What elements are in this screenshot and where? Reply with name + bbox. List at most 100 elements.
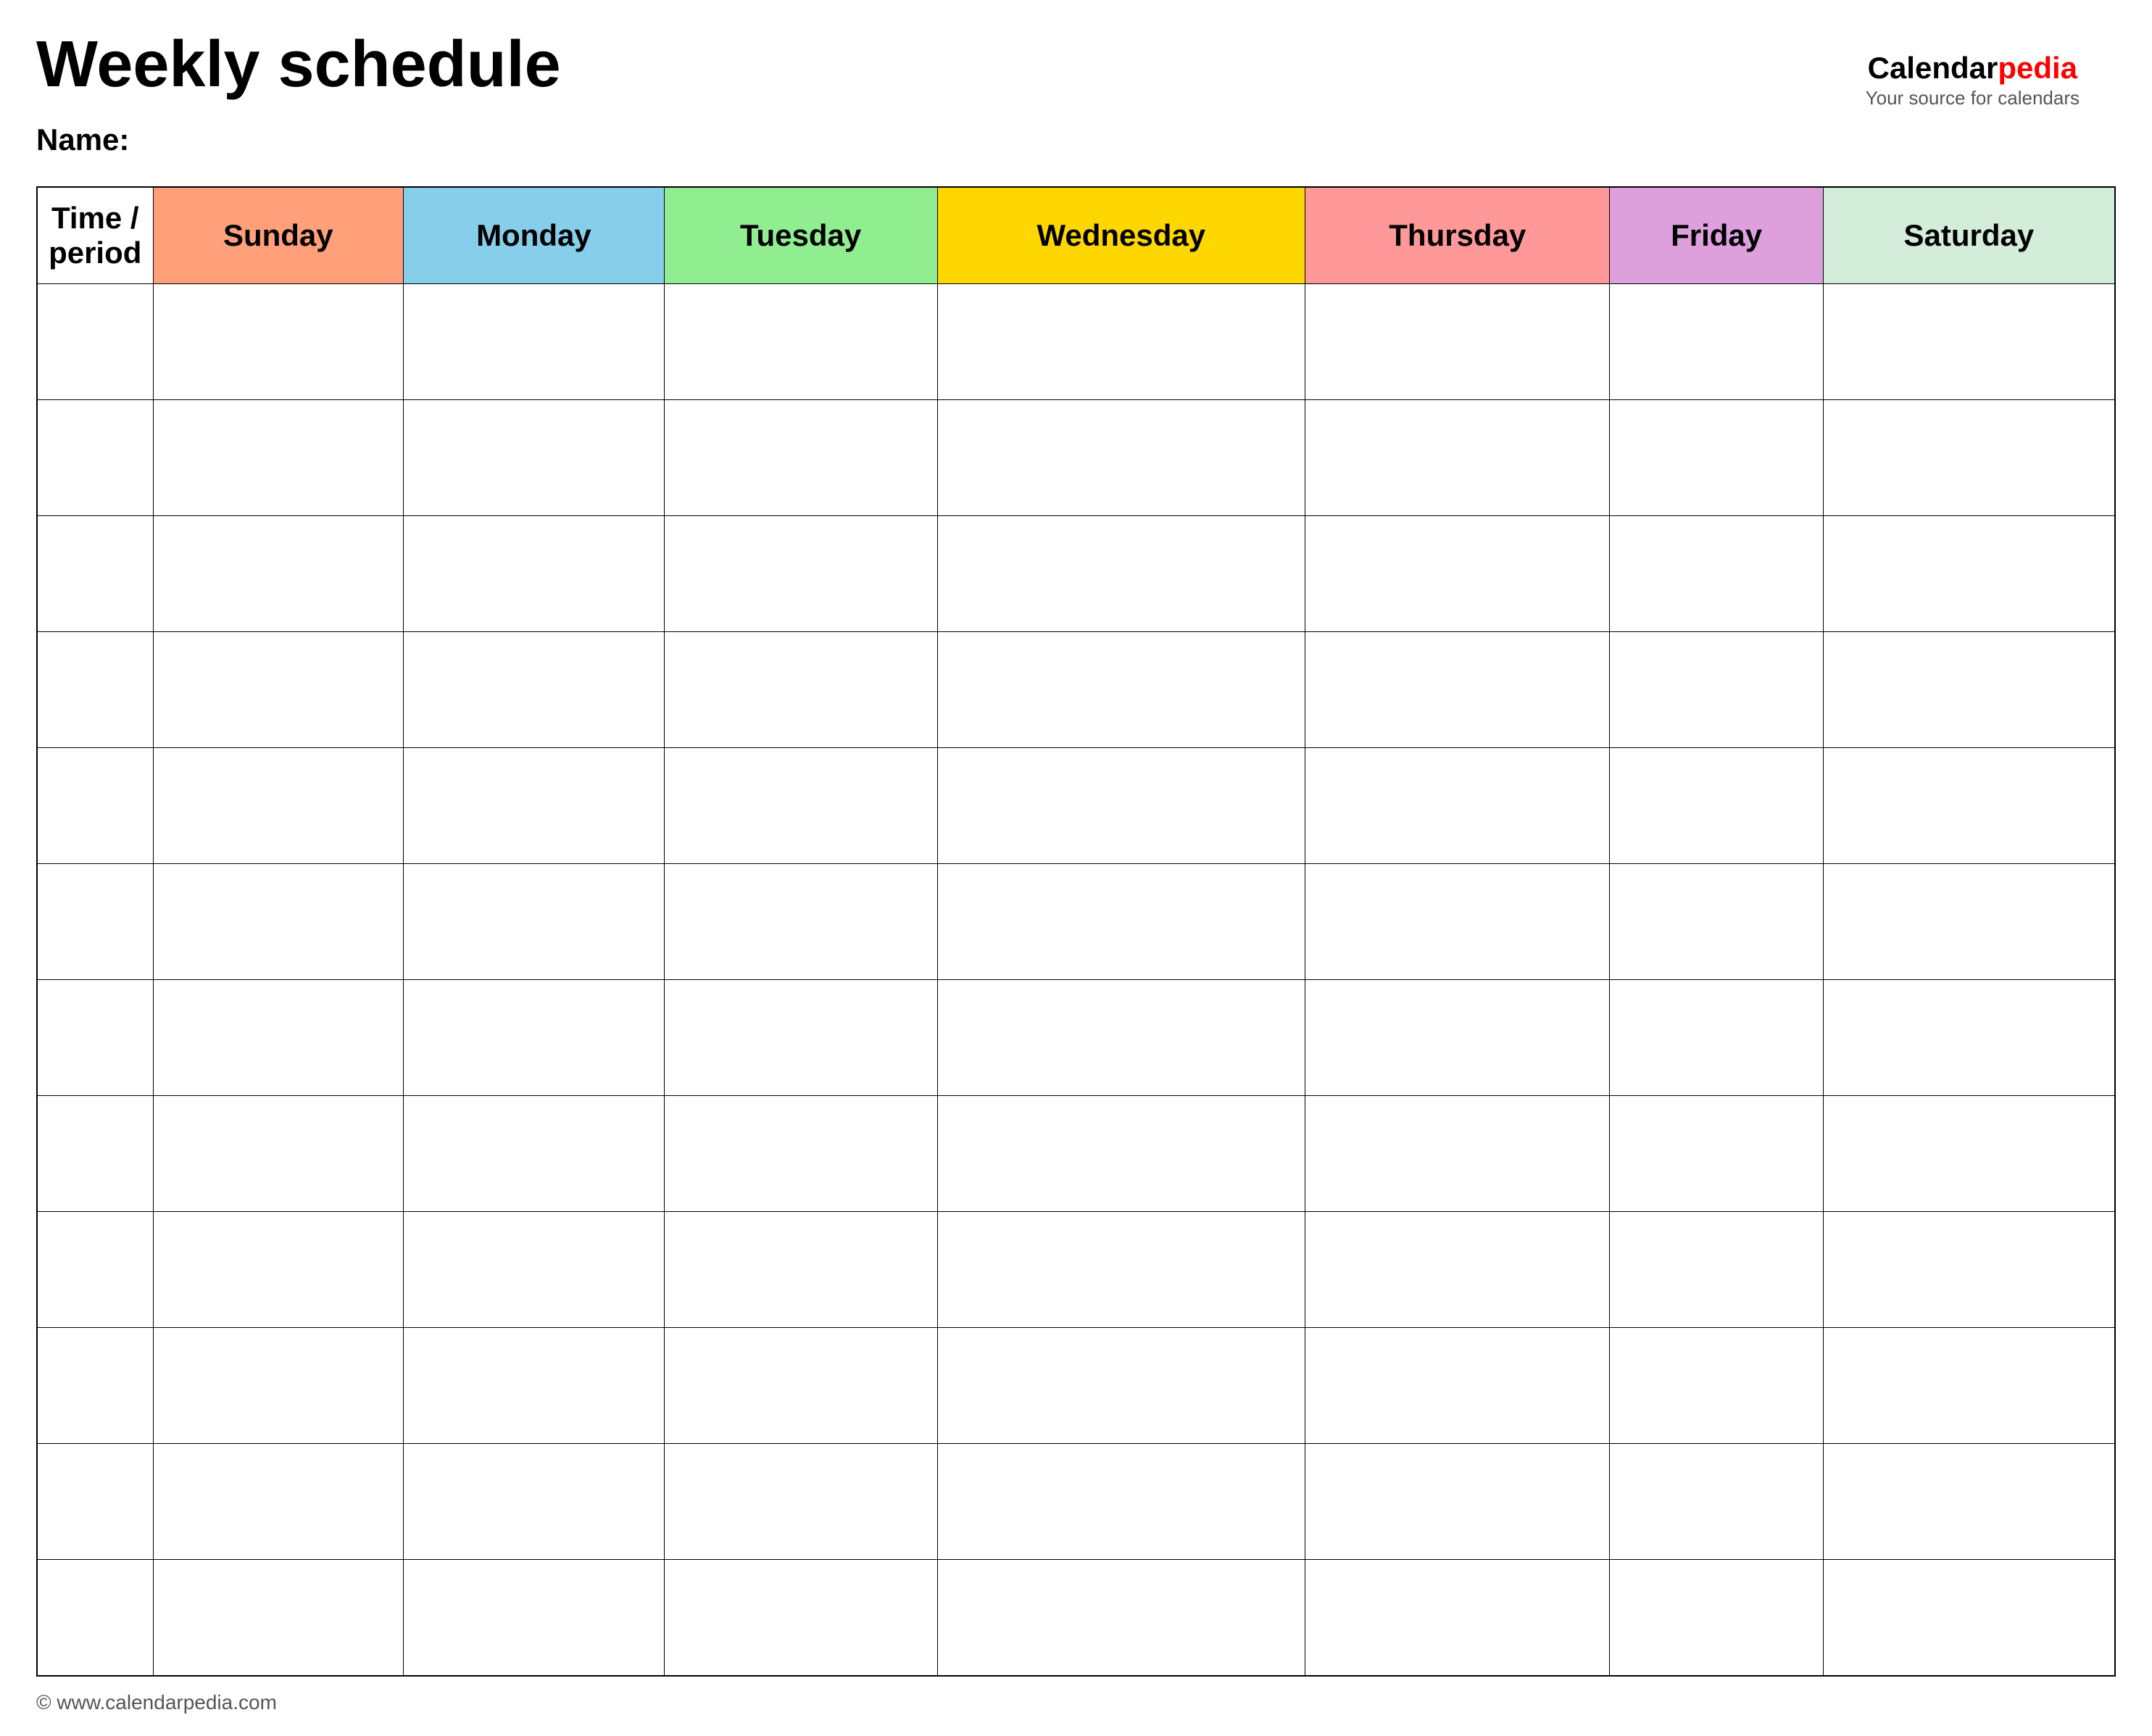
time-cell[interactable] (37, 1328, 153, 1444)
day-cell[interactable] (1610, 748, 1823, 864)
time-cell[interactable] (37, 1096, 153, 1212)
day-cell[interactable] (937, 1096, 1305, 1212)
day-cell[interactable] (1610, 632, 1823, 748)
day-cell[interactable] (1823, 1096, 2115, 1212)
day-cell[interactable] (1610, 980, 1823, 1096)
day-cell[interactable] (1305, 632, 1610, 748)
day-cell[interactable] (937, 1444, 1305, 1560)
day-cell[interactable] (1610, 864, 1823, 980)
day-cell[interactable] (1305, 1560, 1610, 1676)
day-cell[interactable] (404, 632, 665, 748)
day-cell[interactable] (153, 980, 404, 1096)
day-cell[interactable] (1610, 1444, 1823, 1560)
table-row (37, 516, 2115, 632)
day-cell[interactable] (1610, 516, 1823, 632)
day-cell[interactable] (1305, 1212, 1610, 1328)
day-cell[interactable] (1305, 748, 1610, 864)
day-cell[interactable] (1823, 980, 2115, 1096)
time-cell[interactable] (37, 864, 153, 980)
day-cell[interactable] (664, 284, 937, 400)
day-cell[interactable] (1823, 748, 2115, 864)
day-cell[interactable] (153, 1328, 404, 1444)
day-cell[interactable] (937, 516, 1305, 632)
time-cell[interactable] (37, 516, 153, 632)
day-cell[interactable] (404, 1444, 665, 1560)
day-cell[interactable] (153, 1444, 404, 1560)
day-cell[interactable] (153, 400, 404, 516)
day-cell[interactable] (664, 1444, 937, 1560)
day-cell[interactable] (1823, 284, 2115, 400)
day-cell[interactable] (937, 748, 1305, 864)
day-cell[interactable] (937, 864, 1305, 980)
day-cell[interactable] (153, 748, 404, 864)
day-cell[interactable] (664, 864, 937, 980)
day-cell[interactable] (153, 284, 404, 400)
time-cell[interactable] (37, 1560, 153, 1676)
day-cell[interactable] (664, 1212, 937, 1328)
day-cell[interactable] (1823, 1328, 2115, 1444)
day-cell[interactable] (404, 284, 665, 400)
day-cell[interactable] (404, 400, 665, 516)
day-cell[interactable] (1823, 1560, 2115, 1676)
day-cell[interactable] (1305, 284, 1610, 400)
day-cell[interactable] (1823, 632, 2115, 748)
day-cell[interactable] (937, 1560, 1305, 1676)
day-cell[interactable] (153, 516, 404, 632)
day-cell[interactable] (937, 1212, 1305, 1328)
time-cell[interactable] (37, 748, 153, 864)
day-cell[interactable] (153, 1096, 404, 1212)
time-cell[interactable] (37, 400, 153, 516)
day-cell[interactable] (1610, 1212, 1823, 1328)
day-cell[interactable] (1610, 1096, 1823, 1212)
day-cell[interactable] (153, 1560, 404, 1676)
day-cell[interactable] (404, 1560, 665, 1676)
day-cell[interactable] (1823, 516, 2115, 632)
day-cell[interactable] (404, 748, 665, 864)
day-cell[interactable] (664, 516, 937, 632)
table-body (37, 284, 2115, 1676)
day-cell[interactable] (664, 1096, 937, 1212)
day-cell[interactable] (153, 1212, 404, 1328)
day-cell[interactable] (664, 400, 937, 516)
day-cell[interactable] (1610, 284, 1823, 400)
day-cell[interactable] (937, 284, 1305, 400)
day-cell[interactable] (1610, 1560, 1823, 1676)
day-cell[interactable] (1305, 400, 1610, 516)
day-cell[interactable] (664, 1328, 937, 1444)
day-cell[interactable] (1305, 1096, 1610, 1212)
day-cell[interactable] (404, 1328, 665, 1444)
day-cell[interactable] (404, 864, 665, 980)
day-cell[interactable] (1305, 864, 1610, 980)
time-cell[interactable] (37, 1444, 153, 1560)
day-cell[interactable] (937, 400, 1305, 516)
day-cell[interactable] (937, 980, 1305, 1096)
day-cell[interactable] (404, 1212, 665, 1328)
header-row: Time / period Sunday Monday Tuesday Wedn… (37, 187, 2115, 284)
day-cell[interactable] (404, 1096, 665, 1212)
day-cell[interactable] (1823, 864, 2115, 980)
day-cell[interactable] (1610, 1328, 1823, 1444)
day-cell[interactable] (937, 632, 1305, 748)
day-cell[interactable] (664, 748, 937, 864)
name-label: Name: (36, 122, 2116, 157)
day-cell[interactable] (153, 864, 404, 980)
day-cell[interactable] (1823, 1444, 2115, 1560)
day-cell[interactable] (1305, 1444, 1610, 1560)
day-cell[interactable] (937, 1328, 1305, 1444)
day-cell[interactable] (404, 980, 665, 1096)
day-cell[interactable] (664, 1560, 937, 1676)
day-cell[interactable] (1305, 980, 1610, 1096)
day-cell[interactable] (1305, 1328, 1610, 1444)
time-cell[interactable] (37, 980, 153, 1096)
time-cell[interactable] (37, 632, 153, 748)
day-cell[interactable] (664, 980, 937, 1096)
time-cell[interactable] (37, 284, 153, 400)
day-cell[interactable] (404, 516, 665, 632)
day-cell[interactable] (664, 632, 937, 748)
time-cell[interactable] (37, 1212, 153, 1328)
day-cell[interactable] (153, 632, 404, 748)
day-cell[interactable] (1823, 400, 2115, 516)
day-cell[interactable] (1610, 400, 1823, 516)
day-cell[interactable] (1305, 516, 1610, 632)
day-cell[interactable] (1823, 1212, 2115, 1328)
